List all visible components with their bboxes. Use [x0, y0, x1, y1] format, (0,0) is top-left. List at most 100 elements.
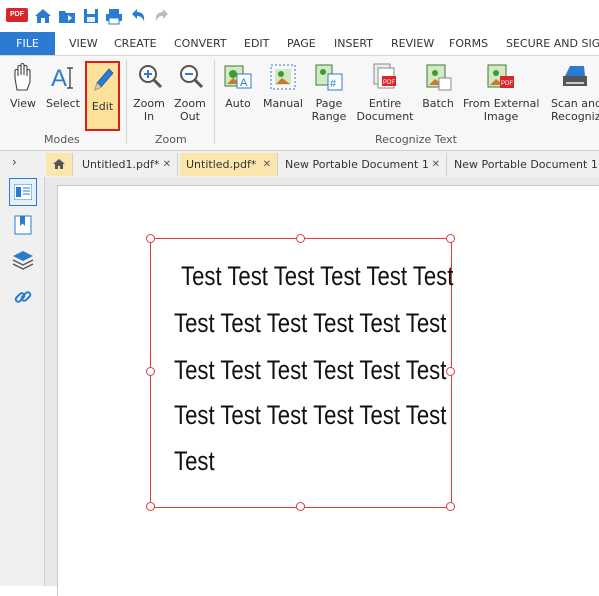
menu-create[interactable]: CREATE	[114, 32, 157, 55]
menu-view[interactable]: VIEW	[69, 32, 98, 55]
link-icon[interactable]	[13, 287, 33, 307]
auto-recognize-button[interactable]: A Auto	[220, 58, 256, 128]
menu-file[interactable]: FILE	[0, 32, 55, 55]
layers-icon[interactable]	[12, 249, 34, 271]
manual-recognize-icon	[270, 64, 296, 90]
edit-mode-label: Edit	[91, 100, 114, 113]
expand-panel-icon[interactable]: ›	[12, 155, 17, 169]
scanner-icon	[563, 66, 587, 86]
scan-and-recognize-label-line1: Scan and	[551, 97, 599, 110]
text-box-selection[interactable]: Test Test Test Test Test Test Test Test …	[146, 234, 455, 511]
page-range-icon: #	[315, 64, 343, 91]
menu-secure-and-sign[interactable]: SECURE AND SIGN	[506, 32, 599, 55]
home-icon[interactable]	[33, 6, 53, 26]
document-viewport[interactable]: Test Test Test Test Test Test Test Test …	[45, 177, 599, 596]
ribbon: View A Select Edit Modes Zoom In Zoom Out …	[0, 56, 599, 151]
undo-icon[interactable]	[128, 6, 148, 26]
auto-recognize-icon: A	[224, 65, 252, 89]
menu-insert[interactable]: INSERT	[334, 32, 373, 55]
left-sidebar	[0, 177, 45, 586]
svg-text:#: #	[330, 78, 337, 90]
zoom-group-label: Zoom	[155, 133, 187, 146]
manual-recognize-button[interactable]: Manual	[260, 58, 306, 128]
recognize-group-label: Recognize Text	[375, 133, 457, 146]
menu-convert[interactable]: CONVERT	[174, 32, 227, 55]
bookmark-icon[interactable]	[14, 215, 32, 235]
resize-handle-top-right[interactable]	[446, 234, 455, 243]
entire-document-button[interactable]: PDF Entire Document	[356, 58, 414, 128]
group-separator	[214, 60, 215, 144]
view-mode-button[interactable]: View	[4, 58, 42, 128]
page-range-label-line2: Range	[311, 110, 347, 123]
tab-untitled1[interactable]: Untitled1.pdf* ✕	[76, 153, 178, 176]
pages-panel-button[interactable]	[9, 178, 37, 206]
batch-label: Batch	[422, 97, 454, 110]
scan-and-recognize-button[interactable]: Scan andRecognize	[548, 58, 599, 128]
resize-handle-right[interactable]	[446, 367, 455, 376]
save-icon[interactable]	[81, 6, 101, 26]
modes-group-label: Modes	[44, 133, 80, 146]
svg-text:PDF: PDF	[383, 80, 395, 86]
close-icon[interactable]: ✕	[432, 153, 440, 176]
tab-label: Untitled1.pdf*	[82, 158, 160, 171]
entire-document-label: Entire Document	[356, 97, 414, 123]
app-logo-text: PDF	[10, 11, 24, 18]
home-tab[interactable]	[46, 153, 73, 176]
group-separator	[126, 60, 127, 144]
text-line: Test Test Test Test Test Test	[174, 400, 447, 430]
menu-review[interactable]: REVIEW	[391, 32, 434, 55]
close-icon[interactable]: ✕	[263, 153, 271, 176]
resize-handle-top[interactable]	[296, 234, 305, 243]
zoom-in-button[interactable]: Zoom In	[130, 58, 168, 128]
from-external-image-label-line2: Image	[483, 110, 519, 123]
select-mode-label: Select	[46, 97, 80, 110]
text-line: Test Test Test Test Test Test	[181, 261, 454, 291]
entire-document-icon: PDF	[373, 63, 396, 89]
scan-and-recognize-label: Scan andRecognize	[551, 97, 599, 123]
text-select-icon: A	[51, 65, 73, 92]
resize-handle-bottom[interactable]	[296, 502, 305, 511]
open-folder-icon[interactable]	[57, 6, 77, 26]
hand-icon	[14, 62, 31, 91]
scan-and-recognize-label-line2: Recognize	[551, 110, 599, 123]
pages-panel-icon	[14, 184, 32, 200]
zoom-in-label: Zoom In	[130, 97, 168, 123]
menu-page[interactable]: PAGE	[287, 32, 316, 55]
tab-label: New Portable Document 1	[285, 158, 429, 171]
menu-edit[interactable]: EDIT	[244, 32, 269, 55]
redo-icon[interactable]	[152, 6, 172, 26]
from-external-image-label: From External Image	[463, 97, 539, 123]
resize-handle-top-left[interactable]	[146, 234, 155, 243]
batch-button[interactable]: Batch	[419, 58, 457, 128]
tab-label: New Portable Document 1...	[454, 158, 599, 171]
tab-new-portable-document[interactable]: New Portable Document 1 ✕	[279, 153, 447, 176]
select-mode-button[interactable]: A Select	[44, 58, 82, 128]
page-range-label: Page Range	[309, 97, 349, 123]
from-external-image-label-line1: From External	[463, 97, 540, 110]
zoom-out-label-line1: Zoom	[174, 97, 206, 110]
svg-text:A: A	[51, 65, 67, 92]
tab-untitled[interactable]: Untitled.pdf* ✕	[180, 153, 278, 176]
page-range-button[interactable]: # Page Range	[309, 58, 349, 128]
zoom-in-label-line1: Zoom	[133, 97, 165, 110]
entire-document-label-line1: Entire	[368, 97, 402, 110]
svg-text:A: A	[240, 77, 248, 89]
edit-mode-button[interactable]: Edit	[85, 61, 120, 131]
pdf-page[interactable]: Test Test Test Test Test Test Test Test …	[57, 185, 599, 596]
resize-handle-bottom-right[interactable]	[446, 502, 455, 511]
text-line: Test	[174, 446, 215, 476]
menu-forms[interactable]: FORMS	[449, 32, 488, 55]
external-image-icon: PDF	[487, 64, 514, 88]
zoom-out-label: Zoom Out	[171, 97, 209, 123]
view-mode-label: View	[9, 97, 37, 110]
menu-bar: FILE VIEW CREATE CONVERT EDIT PAGE INSER…	[0, 32, 599, 56]
tab-new-portable-document-2[interactable]: New Portable Document 1...	[448, 153, 599, 176]
app-logo-icon[interactable]: PDF	[6, 8, 28, 22]
zoom-out-button[interactable]: Zoom Out	[171, 58, 209, 128]
from-external-image-button[interactable]: PDF From External Image	[463, 58, 539, 128]
resize-handle-bottom-left[interactable]	[146, 502, 155, 511]
text-line: Test Test Test Test Test Test	[174, 308, 447, 338]
resize-handle-left[interactable]	[146, 367, 155, 376]
close-icon[interactable]: ✕	[163, 153, 171, 176]
print-icon[interactable]	[104, 6, 124, 26]
